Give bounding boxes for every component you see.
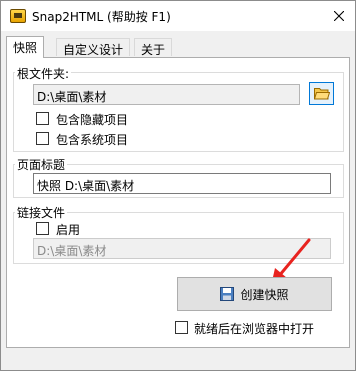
- enable-links-checkbox[interactable]: [36, 222, 49, 235]
- include-hidden-checkbox[interactable]: [36, 112, 49, 125]
- snap2html-window: Snap2HTML (帮助按 F1) 快照 自定义设计 关于 根文件夹: D:\…: [0, 0, 356, 371]
- tab-snapshot[interactable]: 快照: [6, 36, 45, 58]
- include-system-checkbox[interactable]: [36, 132, 49, 145]
- create-snapshot-label: 创建快照: [240, 287, 289, 302]
- app-icon: [10, 9, 26, 23]
- close-icon: [334, 11, 344, 21]
- root-folder-label: 根文件夹:: [15, 65, 72, 82]
- open-in-browser-checkbox[interactable]: [175, 321, 188, 334]
- snapshot-tab-panel: 根文件夹: D:\桌面\素材 包含隐藏项目 包含系统项目 页面标题 快照 D:\…: [6, 57, 350, 348]
- tab-about[interactable]: 关于: [134, 38, 173, 57]
- include-system-label: 包含系统项目: [56, 133, 129, 147]
- browse-folder-button[interactable]: [309, 82, 334, 105]
- folder-open-icon: [313, 88, 330, 100]
- enable-links-label: 启用: [56, 223, 81, 237]
- page-title-input[interactable]: 快照 D:\桌面\素材: [33, 173, 331, 194]
- close-button[interactable]: [323, 1, 355, 31]
- page-title-label: 页面标题: [15, 156, 68, 173]
- title-bar: Snap2HTML (帮助按 F1): [1, 1, 355, 31]
- tab-custom-design[interactable]: 自定义设计: [56, 38, 131, 57]
- create-snapshot-button[interactable]: 创建快照: [177, 277, 332, 311]
- root-folder-path[interactable]: D:\桌面\素材: [33, 84, 300, 105]
- include-hidden-label: 包含隐藏项目: [56, 113, 129, 127]
- link-files-label: 链接文件: [15, 204, 68, 221]
- save-disk-icon: [220, 287, 235, 301]
- window-title: Snap2HTML (帮助按 F1): [32, 10, 171, 24]
- open-in-browser-label: 就绪后在浏览器中打开: [194, 322, 315, 336]
